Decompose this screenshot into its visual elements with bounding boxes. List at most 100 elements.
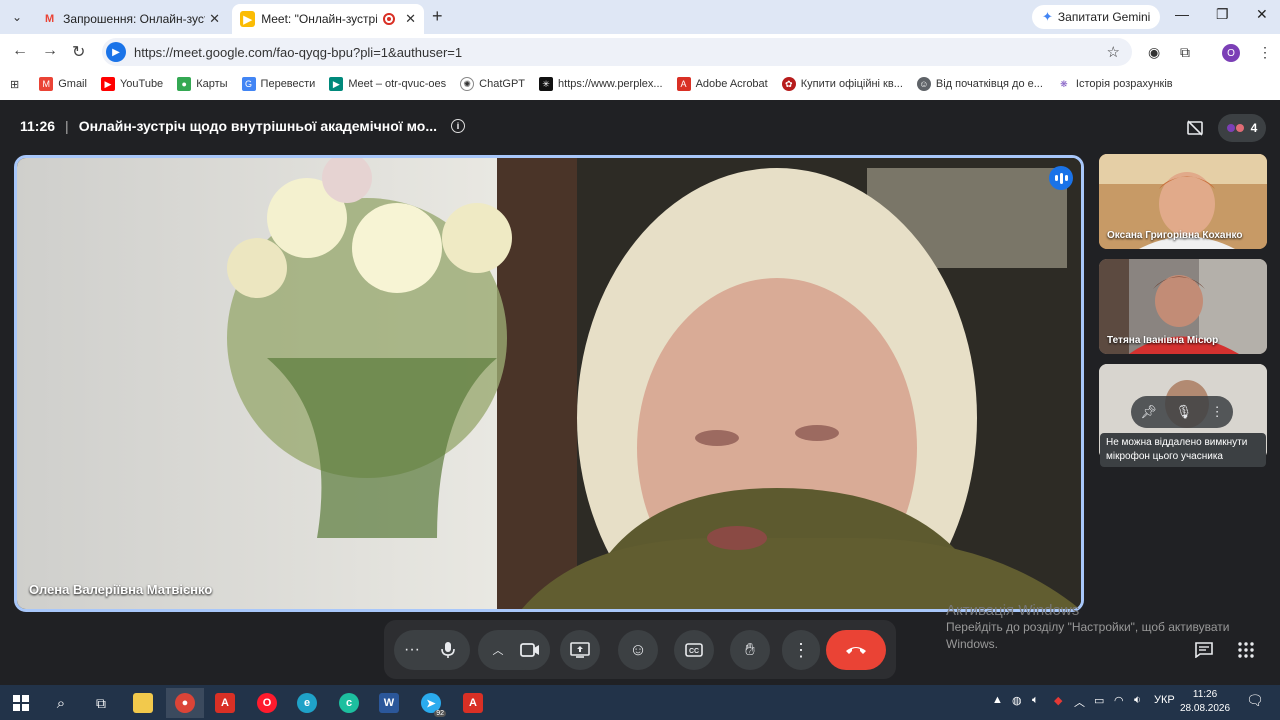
taskbar-edge[interactable]: e bbox=[288, 688, 326, 718]
taskbar-explorer[interactable] bbox=[124, 688, 162, 718]
notifications-icon[interactable]: 🗨︎ bbox=[1246, 692, 1264, 709]
new-tab-button[interactable]: + bbox=[432, 6, 443, 27]
raise-hand-button[interactable]: ✋︎ bbox=[730, 630, 770, 670]
course-icon: ☺ bbox=[916, 77, 931, 91]
chatgpt-icon: ✺ bbox=[460, 77, 475, 91]
bookmark-gmail[interactable]: M Gmail bbox=[39, 77, 87, 91]
camera-button[interactable] bbox=[510, 630, 550, 670]
system-clock[interactable]: 11:26 28.08.2026 bbox=[1180, 688, 1230, 716]
volume-tray-icon[interactable]: 🔈︎ bbox=[1032, 694, 1039, 707]
ask-gemini-button[interactable]: ✦ Запитати Gemini bbox=[1032, 5, 1161, 29]
activation-title: Активація Windows bbox=[946, 602, 1080, 619]
bookmark-translate[interactable]: G Перевести bbox=[241, 77, 316, 91]
meet-icon: ▶ bbox=[329, 77, 344, 91]
hand-icon: ✋︎ bbox=[745, 640, 755, 659]
search-button[interactable]: ⌕ bbox=[42, 688, 80, 718]
main-speaker-name: Олена Валеріївна Матвієнко bbox=[29, 582, 213, 597]
tab-meet[interactable]: ▶ Meet: "Онлайн-зустріч щод ✕ bbox=[232, 4, 424, 34]
forward-button[interactable]: → bbox=[42, 42, 58, 60]
bookmark-star-icon[interactable]: ☆ bbox=[1107, 43, 1120, 61]
present-screen-button[interactable] bbox=[560, 630, 600, 670]
more-options-icon[interactable]: ⋮ bbox=[1211, 404, 1224, 420]
more-options-button[interactable]: ⋮ bbox=[782, 630, 820, 670]
hide-tiles-icon[interactable] bbox=[1180, 114, 1210, 142]
info-icon[interactable]: i bbox=[451, 119, 466, 133]
folder-icon bbox=[133, 693, 153, 713]
profile-avatar[interactable]: O bbox=[1222, 44, 1240, 62]
menu-icon[interactable]: ⋮ bbox=[1258, 44, 1272, 61]
end-call-button[interactable] bbox=[826, 630, 886, 670]
language-indicator[interactable]: УКР bbox=[1154, 694, 1175, 706]
bookmark-chatgpt[interactable]: ✺ ChatGPT bbox=[460, 77, 525, 91]
taskbar-opera[interactable]: O bbox=[248, 688, 286, 718]
close-window-button[interactable]: ✕ bbox=[1256, 6, 1268, 23]
bookmark-maps[interactable]: ● Карты bbox=[177, 77, 228, 91]
header-divider: | bbox=[65, 118, 69, 134]
bookmark-label: Meet – otr-qvuc-oes bbox=[348, 78, 447, 90]
bookmark-history[interactable]: ❋ Історія розрахунків bbox=[1056, 77, 1173, 91]
people-button[interactable]: 4 bbox=[1218, 114, 1266, 142]
present-icon bbox=[570, 642, 590, 658]
participant-tile-1[interactable]: Оксана Григорівна Коханко bbox=[1099, 154, 1267, 249]
bookmark-perplexity[interactable]: ✳ https://www.perplex... bbox=[539, 77, 663, 91]
tab-gmail-invite[interactable]: M Запрошення: Онлайн-зустріч ✕ bbox=[34, 4, 228, 34]
search-icon: ⌕ bbox=[56, 694, 66, 712]
activities-button[interactable] bbox=[1232, 636, 1260, 664]
extensions-icon[interactable]: ⧉ bbox=[1180, 44, 1190, 61]
bookmark-meet[interactable]: ▶ Meet – otr-qvuc-oes bbox=[329, 77, 446, 91]
taskbar-acrobat-2[interactable]: A bbox=[454, 688, 492, 718]
bookmark-tickets[interactable]: ✿ Купити офіційні кв... bbox=[781, 77, 903, 91]
bookmark-course[interactable]: ☺ Від початківця до е... bbox=[916, 77, 1043, 91]
site-info-icon[interactable]: ▶ bbox=[106, 42, 126, 62]
network-app-icon[interactable]: ◍ bbox=[1012, 694, 1022, 707]
taskbar-telegram[interactable]: ➤ 92 bbox=[412, 688, 450, 718]
maximize-button[interactable]: ❐ bbox=[1216, 6, 1229, 23]
bookmark-acrobat[interactable]: A Adobe Acrobat bbox=[676, 77, 768, 91]
battery-icon[interactable]: ▭ bbox=[1094, 694, 1104, 707]
gemini-icon: ✦ bbox=[1042, 9, 1053, 24]
opera-icon: O bbox=[257, 693, 277, 713]
bookmark-label: Від початківця до е... bbox=[935, 78, 1043, 90]
address-bar[interactable]: ▶ https://meet.google.com/fao-qyqg-bpu?p… bbox=[102, 38, 1132, 66]
clock-time: 11:26 bbox=[1192, 689, 1218, 700]
participant-tile-2[interactable]: Тетяна Іванівна Місюр bbox=[1099, 259, 1267, 354]
taskbar-acrobat[interactable]: A bbox=[206, 688, 244, 718]
camera-icon bbox=[520, 643, 539, 657]
bookmark-youtube[interactable]: ▶ YouTube bbox=[100, 77, 164, 91]
url-text[interactable]: https://meet.google.com/fao-qyqg-bpu?pli… bbox=[134, 45, 462, 60]
apps-icon[interactable]: ⊞ bbox=[10, 78, 19, 91]
chevron-up-icon[interactable]: ︿ bbox=[1074, 694, 1085, 710]
tab-title: Meet: "Онлайн-зустріч щод bbox=[261, 12, 378, 26]
wifi-icon[interactable]: ◠ bbox=[1114, 694, 1124, 707]
captions-button[interactable]: CC bbox=[674, 630, 714, 670]
start-button[interactable] bbox=[2, 688, 40, 718]
gmail-icon: M bbox=[39, 77, 54, 91]
participants-avatars-icon bbox=[1226, 124, 1244, 132]
taskbar-app[interactable]: c bbox=[330, 688, 368, 718]
minimize-button[interactable]: — bbox=[1175, 6, 1189, 22]
speaker-icon[interactable]: 🔉︎ bbox=[1134, 694, 1141, 707]
tab-search-icon[interactable]: ⌄ bbox=[6, 6, 28, 28]
bookmark-label: Перевести bbox=[260, 78, 316, 90]
google-drive-icon[interactable]: ▲ bbox=[992, 694, 1003, 706]
clock-date: 28.08.2026 bbox=[1180, 703, 1231, 714]
pin-icon[interactable]: 📌︎ bbox=[1140, 404, 1157, 420]
microphone-button[interactable] bbox=[428, 630, 468, 670]
chat-button[interactable] bbox=[1190, 636, 1218, 664]
bookmark-label: YouTube bbox=[119, 78, 164, 90]
back-button[interactable]: ← bbox=[12, 42, 28, 60]
lens-icon[interactable]: ◉ bbox=[1148, 44, 1160, 61]
main-video-tile[interactable]: Олена Валеріївна Матвієнко bbox=[14, 155, 1084, 612]
mute-participant-icon[interactable]: 🎙︎ bbox=[1176, 404, 1193, 420]
taskbar-chrome[interactable]: ● bbox=[166, 688, 204, 718]
bookmark-label: https://www.perplex... bbox=[558, 78, 663, 90]
reactions-button[interactable]: ☺ bbox=[618, 630, 658, 670]
reload-button[interactable]: ↻ bbox=[72, 42, 85, 62]
close-tab-icon[interactable]: ✕ bbox=[209, 11, 220, 27]
close-tab-icon[interactable]: ✕ bbox=[405, 11, 416, 27]
security-icon[interactable]: ◆ bbox=[1054, 694, 1062, 707]
taskbar-word[interactable]: W bbox=[370, 688, 408, 718]
task-view-button[interactable]: ⧉ bbox=[82, 688, 120, 718]
captions-icon: CC bbox=[685, 643, 703, 657]
audio-options-button[interactable]: ··· bbox=[392, 630, 432, 670]
